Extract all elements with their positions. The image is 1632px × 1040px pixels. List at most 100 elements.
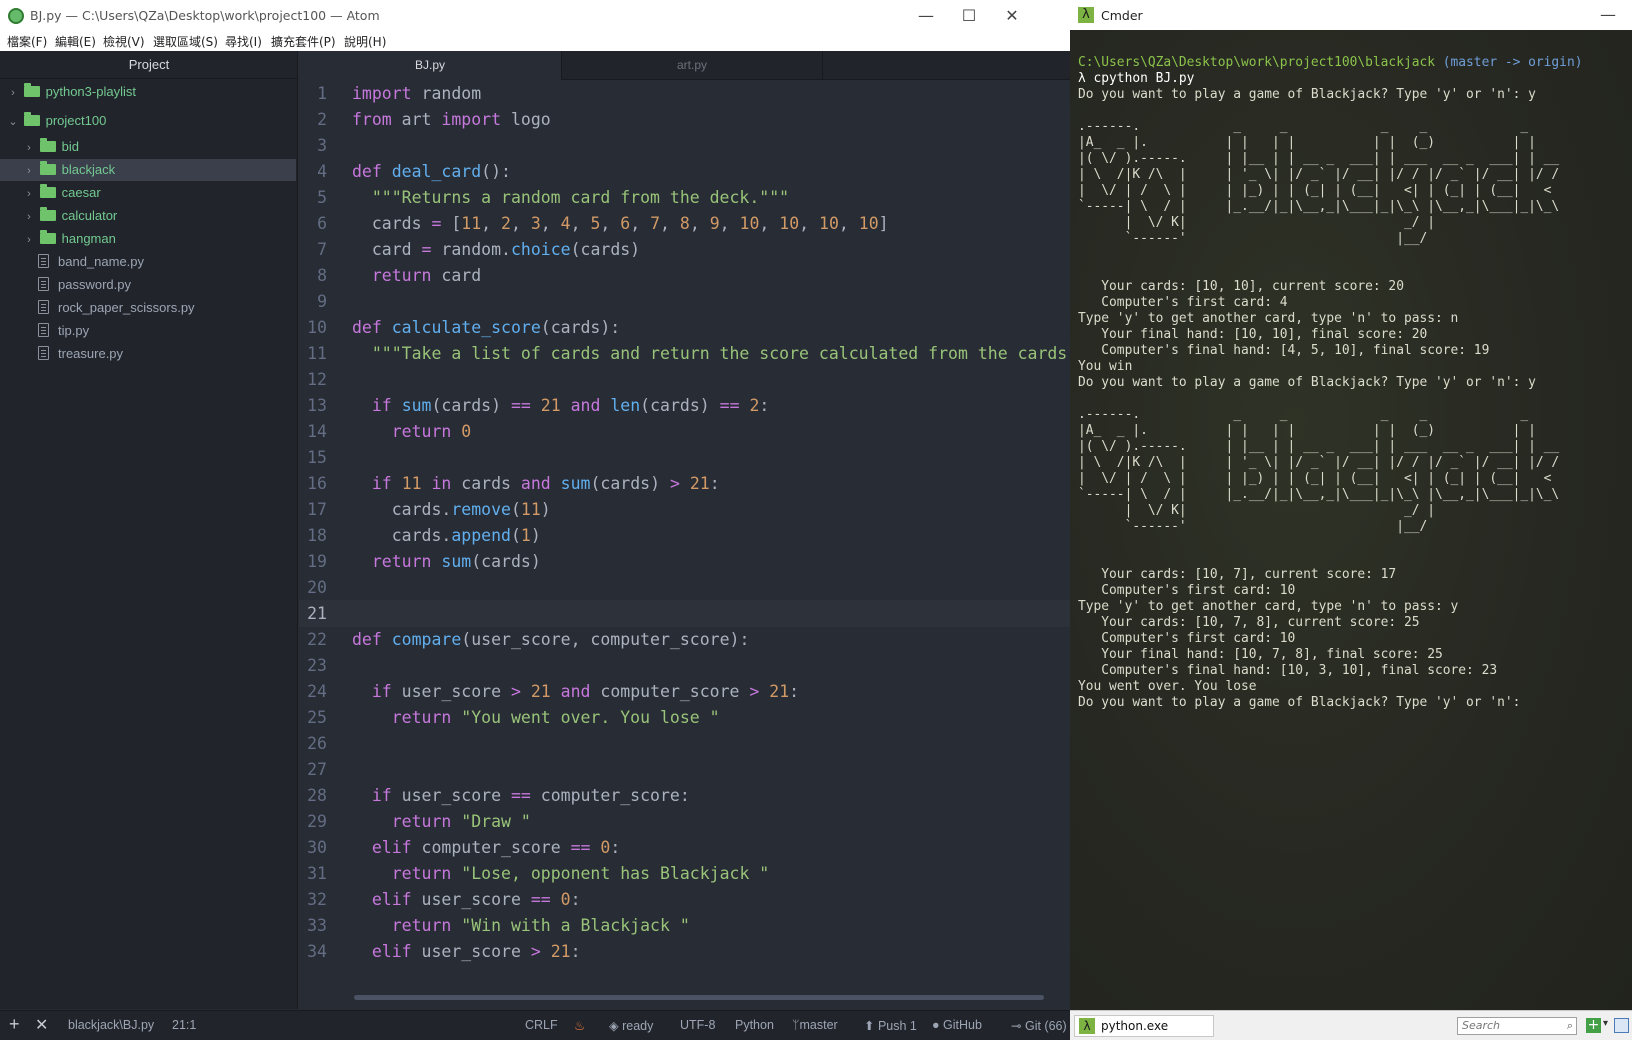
status-push[interactable]: ⬆ Push 1 <box>864 1018 917 1033</box>
status-cursor-position[interactable]: 21:1 <box>172 1018 196 1032</box>
status-branch[interactable]: ᛘmaster <box>792 1018 838 1032</box>
maximize-button[interactable]: ☐ <box>953 4 985 28</box>
menu-view[interactable]: 檢視(V) <box>103 33 145 50</box>
console-line: Computer's first card: 4 <box>1078 295 1288 310</box>
folder-icon <box>39 138 56 152</box>
code-text: if user_score == computer_score: <box>371 786 690 805</box>
tree-folder-calculator[interactable]: › calculator <box>22 205 117 227</box>
menu-selection[interactable]: 選取區域(S) <box>153 33 218 50</box>
code-line: 23 <box>299 652 1070 679</box>
console-line: Do you want to play a game of Blackjack?… <box>1078 375 1536 390</box>
code-line: 18 cards.append(1) <box>299 522 1070 549</box>
code-line: 1 import random <box>299 80 1070 107</box>
console-line: Your final hand: [10, 7, 8], final score… <box>1078 647 1443 662</box>
line-number: 29 <box>307 812 327 831</box>
code-line: 33 return "Win with a Blackjack " <box>299 912 1070 939</box>
tree-folder-bid[interactable]: › bid <box>22 136 79 158</box>
line-number: 23 <box>307 656 327 675</box>
dropdown-icon[interactable]: ▾ <box>1603 1018 1608 1029</box>
code-line: 32 elif user_score == 0: <box>299 886 1070 913</box>
line-number: 27 <box>307 760 327 779</box>
new-console-button[interactable]: + <box>1586 1018 1601 1033</box>
tree-folder-blackjack[interactable]: › blackjack <box>0 159 296 181</box>
line-number: 12 <box>307 370 327 389</box>
code-text: """Take a list of cards and return the s… <box>371 344 1070 363</box>
atom-logo-icon <box>8 8 24 24</box>
code-line: 19 return sum(cards) <box>299 548 1070 575</box>
cmder-minimize-button[interactable]: — <box>1592 3 1624 27</box>
tree-item-label: project100 <box>45 113 107 128</box>
tree-folder-hangman[interactable]: › hangman <box>22 228 116 250</box>
minimize-button[interactable]: — <box>910 4 942 28</box>
git-branch-icon: ᛘ <box>792 1018 800 1032</box>
chevron-right-icon: › <box>11 87 15 99</box>
tree-folder-python3-playlist[interactable]: › python3-playlist <box>6 81 136 103</box>
code-line: 3 <box>299 132 1070 159</box>
console-line: You went over. You lose <box>1078 679 1257 694</box>
line-number: 34 <box>307 942 327 961</box>
menu-help[interactable]: 說明(H) <box>344 33 386 50</box>
console-line: |A_ _ |. | | | | | | (_) | | <box>1078 423 1536 438</box>
line-number: 3 <box>317 136 327 155</box>
console-line: | \/ K| _/ | <box>1078 503 1435 518</box>
status-ready[interactable]: ◈ ready <box>609 1018 653 1033</box>
tab-bar: BJ.py art.py <box>299 51 1070 80</box>
tree-header[interactable]: Project <box>0 51 298 79</box>
tree-file-rock-paper-scissors[interactable]: rock_paper_scissors.py <box>38 297 195 319</box>
tree-file-treasure[interactable]: treasure.py <box>38 343 123 365</box>
tab-bj-py[interactable]: BJ.py <box>299 51 561 80</box>
close-icon[interactable]: ✕ <box>35 1015 48 1035</box>
git-commit-icon: ⊸ <box>1011 1019 1022 1033</box>
tree-item-label: rock_paper_scissors.py <box>58 300 195 315</box>
menu-edit[interactable]: 編輯(E) <box>55 33 96 50</box>
package-icon[interactable]: ♨ <box>574 1018 585 1033</box>
line-number: 19 <box>307 552 327 571</box>
code-line: 28 if user_score == computer_score: <box>299 782 1070 809</box>
code-text: elif computer_score == 0: <box>371 838 621 857</box>
code-text: cards.append(1) <box>352 526 541 545</box>
search-input[interactable]: Search ⌕ <box>1457 1017 1577 1035</box>
console-line: Your cards: [10, 7, 8], current score: 2… <box>1078 615 1420 630</box>
tree-file-band-name[interactable]: band_name.py <box>38 251 144 273</box>
layout-icon[interactable] <box>1614 1018 1629 1033</box>
tree-file-password[interactable]: password.py <box>38 274 131 296</box>
tree-folder-caesar[interactable]: › caesar <box>22 182 101 204</box>
tree-folder-project100[interactable]: ⌄ project100 <box>6 110 106 132</box>
arrow-up-icon: ⬆ <box>864 1019 875 1033</box>
code-text: elif user_score > 21: <box>371 942 581 961</box>
console-line: |( \/ ).-----. | |__ | | __ _ ___| | ___… <box>1078 439 1560 454</box>
code-text: import random <box>352 84 482 103</box>
tab-art-py[interactable]: art.py <box>561 51 823 80</box>
menu-file[interactable]: 檔案(F) <box>7 33 47 50</box>
search-icon: ⌕ <box>1566 1019 1573 1032</box>
menu-packages[interactable]: 擴充套件(P) <box>271 33 336 50</box>
tree-item-label: treasure.py <box>58 346 124 361</box>
status-ready-label: ready <box>622 1019 654 1033</box>
horizontal-scrollbar[interactable] <box>354 995 1044 1000</box>
line-number: 18 <box>307 526 327 545</box>
status-line-ending[interactable]: CRLF <box>525 1018 558 1032</box>
menu-find[interactable]: 尋找(I) <box>225 33 262 50</box>
status-github[interactable]: ● GitHub <box>932 1018 982 1032</box>
status-grammar[interactable]: Python <box>735 1018 774 1032</box>
status-file-path[interactable]: blackjack\BJ.py <box>68 1018 154 1032</box>
console-tab[interactable]: λ python.exe <box>1074 1015 1214 1037</box>
status-git[interactable]: ⊸ Git (66) <box>1011 1018 1067 1033</box>
close-button[interactable]: ✕ <box>996 4 1028 28</box>
line-number: 30 <box>307 838 327 857</box>
console-line: Your cards: [10, 7], current score: 17 <box>1078 567 1397 582</box>
console-line: Computer's final hand: [4, 5, 10], final… <box>1078 343 1490 358</box>
line-number: 11 <box>307 344 327 363</box>
tree-item-label: caesar <box>61 185 101 200</box>
code-editor[interactable]: 1 import random 2 from art import logo 3 4… <box>299 80 1070 1010</box>
line-number: 25 <box>307 708 327 727</box>
file-icon <box>38 254 49 268</box>
terminal-output[interactable]: C:\Users\QZa\Desktop\work\project100\bla… <box>1070 30 1632 1010</box>
cmder-window: λ Cmder — C:\Users\QZa\Desktop\work\proj… <box>1070 0 1632 1040</box>
console-line: | \ /|K /\ | | '_ \| |/ _` |/ __| |/ / |… <box>1078 455 1560 470</box>
add-icon[interactable]: + <box>9 1014 20 1035</box>
tree-file-tip[interactable]: tip.py <box>38 320 89 342</box>
code-text: elif user_score == 0: <box>371 890 581 909</box>
line-number: 10 <box>307 318 327 337</box>
status-encoding[interactable]: UTF-8 <box>680 1018 715 1032</box>
